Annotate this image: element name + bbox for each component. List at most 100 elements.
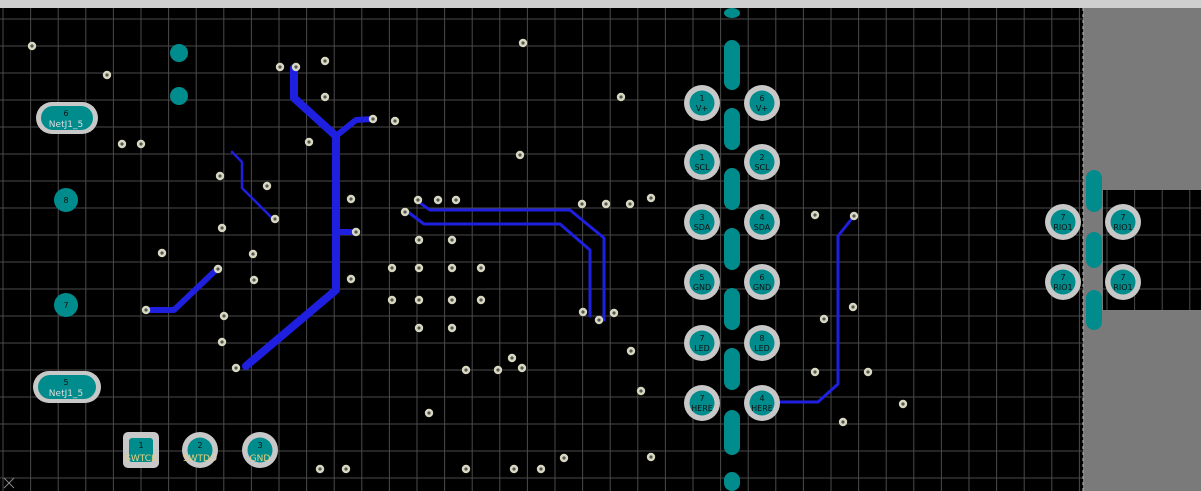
header-pad[interactable]: 7LED bbox=[684, 325, 720, 361]
via[interactable] bbox=[414, 235, 424, 245]
via[interactable] bbox=[387, 263, 397, 273]
via[interactable] bbox=[136, 139, 146, 149]
via[interactable] bbox=[515, 150, 525, 160]
via[interactable] bbox=[518, 38, 528, 48]
header-pad[interactable]: 2SCL bbox=[744, 144, 780, 180]
via[interactable] bbox=[117, 139, 127, 149]
slot-pad[interactable] bbox=[724, 228, 740, 270]
header-pad[interactable]: 6V+ bbox=[744, 85, 780, 121]
via[interactable] bbox=[217, 337, 227, 347]
via[interactable] bbox=[387, 295, 397, 305]
round-pad[interactable]: 8 bbox=[54, 188, 78, 212]
via[interactable] bbox=[320, 92, 330, 102]
via[interactable] bbox=[341, 464, 351, 474]
via[interactable] bbox=[476, 263, 486, 273]
via[interactable] bbox=[315, 464, 325, 474]
via[interactable] bbox=[636, 386, 646, 396]
via[interactable] bbox=[219, 311, 229, 321]
via[interactable] bbox=[346, 194, 356, 204]
via[interactable] bbox=[476, 295, 486, 305]
via[interactable] bbox=[291, 62, 301, 72]
header-pad[interactable]: 4HERE bbox=[744, 385, 780, 421]
via[interactable] bbox=[217, 223, 227, 233]
via[interactable] bbox=[509, 464, 519, 474]
connector-pad[interactable]: 2 SWTDO bbox=[182, 432, 218, 468]
connector-pad[interactable]: 7RIO1 bbox=[1105, 204, 1141, 240]
header-pad[interactable]: 7HERE bbox=[684, 385, 720, 421]
slot-pad[interactable] bbox=[724, 410, 740, 455]
pcb-canvas[interactable]: 6 NetJ1_5 8 7 5 NetJ1_5 1 V+ 1 SCL 3 SDA 5 GND 7… bbox=[0, 0, 1201, 491]
via[interactable] bbox=[559, 453, 569, 463]
header-pad[interactable]: 4SDA bbox=[744, 204, 780, 240]
slot-pad[interactable] bbox=[724, 472, 740, 491]
header-pad[interactable]: 8LED bbox=[744, 325, 780, 361]
round-pad[interactable] bbox=[170, 87, 188, 105]
via[interactable] bbox=[461, 464, 471, 474]
via[interactable] bbox=[447, 295, 457, 305]
via[interactable] bbox=[447, 323, 457, 333]
via[interactable] bbox=[249, 275, 259, 285]
via[interactable] bbox=[102, 70, 112, 80]
header-pad[interactable]: 3SDA bbox=[684, 204, 720, 240]
slot-pad[interactable] bbox=[724, 108, 740, 150]
via[interactable] bbox=[848, 302, 858, 312]
slot-pad[interactable] bbox=[724, 40, 740, 90]
oval-pad[interactable]: 5 NetJ1_5 bbox=[33, 371, 101, 403]
connector-pad[interactable]: 7RIO1 bbox=[1105, 264, 1141, 300]
oval-pad[interactable]: 6 NetJ1_5 bbox=[36, 102, 98, 134]
via[interactable] bbox=[248, 249, 258, 259]
via[interactable] bbox=[819, 314, 829, 324]
via[interactable] bbox=[400, 207, 410, 217]
via[interactable] bbox=[346, 274, 356, 284]
via[interactable] bbox=[27, 41, 37, 51]
via[interactable] bbox=[262, 181, 272, 191]
via[interactable] bbox=[578, 307, 588, 317]
via[interactable] bbox=[849, 211, 859, 221]
via[interactable] bbox=[616, 92, 626, 102]
slot-pad[interactable] bbox=[724, 348, 740, 390]
slot-pad[interactable] bbox=[724, 168, 740, 210]
header-pad[interactable]: 5GND bbox=[684, 264, 720, 300]
slot-pad[interactable] bbox=[1086, 232, 1102, 268]
via[interactable] bbox=[433, 195, 443, 205]
via[interactable] bbox=[213, 264, 223, 274]
via[interactable] bbox=[517, 363, 527, 373]
round-pad[interactable] bbox=[170, 44, 188, 62]
header-pad[interactable]: 1V+ bbox=[684, 85, 720, 121]
via[interactable] bbox=[594, 315, 604, 325]
connector-pad[interactable]: 7RIO1 bbox=[1045, 204, 1081, 240]
via[interactable] bbox=[424, 408, 434, 418]
via[interactable] bbox=[461, 365, 471, 375]
via[interactable] bbox=[626, 346, 636, 356]
via[interactable] bbox=[414, 263, 424, 273]
via[interactable] bbox=[351, 227, 361, 237]
via[interactable] bbox=[368, 114, 378, 124]
via[interactable] bbox=[270, 214, 280, 224]
via[interactable] bbox=[609, 308, 619, 318]
header-pad[interactable]: 6GND bbox=[744, 264, 780, 300]
via[interactable] bbox=[414, 295, 424, 305]
slot-pad[interactable] bbox=[724, 8, 740, 18]
header-pad[interactable]: 1SCL bbox=[684, 144, 720, 180]
via[interactable] bbox=[493, 365, 503, 375]
via[interactable] bbox=[275, 62, 285, 72]
via[interactable] bbox=[447, 263, 457, 273]
via[interactable] bbox=[447, 235, 457, 245]
via[interactable] bbox=[646, 193, 656, 203]
via[interactable] bbox=[141, 305, 151, 315]
via[interactable] bbox=[451, 195, 461, 205]
via[interactable] bbox=[810, 210, 820, 220]
via[interactable] bbox=[536, 464, 546, 474]
via[interactable] bbox=[507, 353, 517, 363]
slot-pad[interactable] bbox=[1086, 290, 1102, 330]
connector-pad[interactable]: 1 SWTCK bbox=[123, 432, 159, 468]
via[interactable] bbox=[577, 199, 587, 209]
via[interactable] bbox=[231, 363, 241, 373]
via[interactable] bbox=[304, 137, 314, 147]
via[interactable] bbox=[601, 199, 611, 209]
via[interactable] bbox=[810, 367, 820, 377]
via[interactable] bbox=[157, 248, 167, 258]
via[interactable] bbox=[320, 56, 330, 66]
via[interactable] bbox=[863, 367, 873, 377]
via[interactable] bbox=[390, 116, 400, 126]
